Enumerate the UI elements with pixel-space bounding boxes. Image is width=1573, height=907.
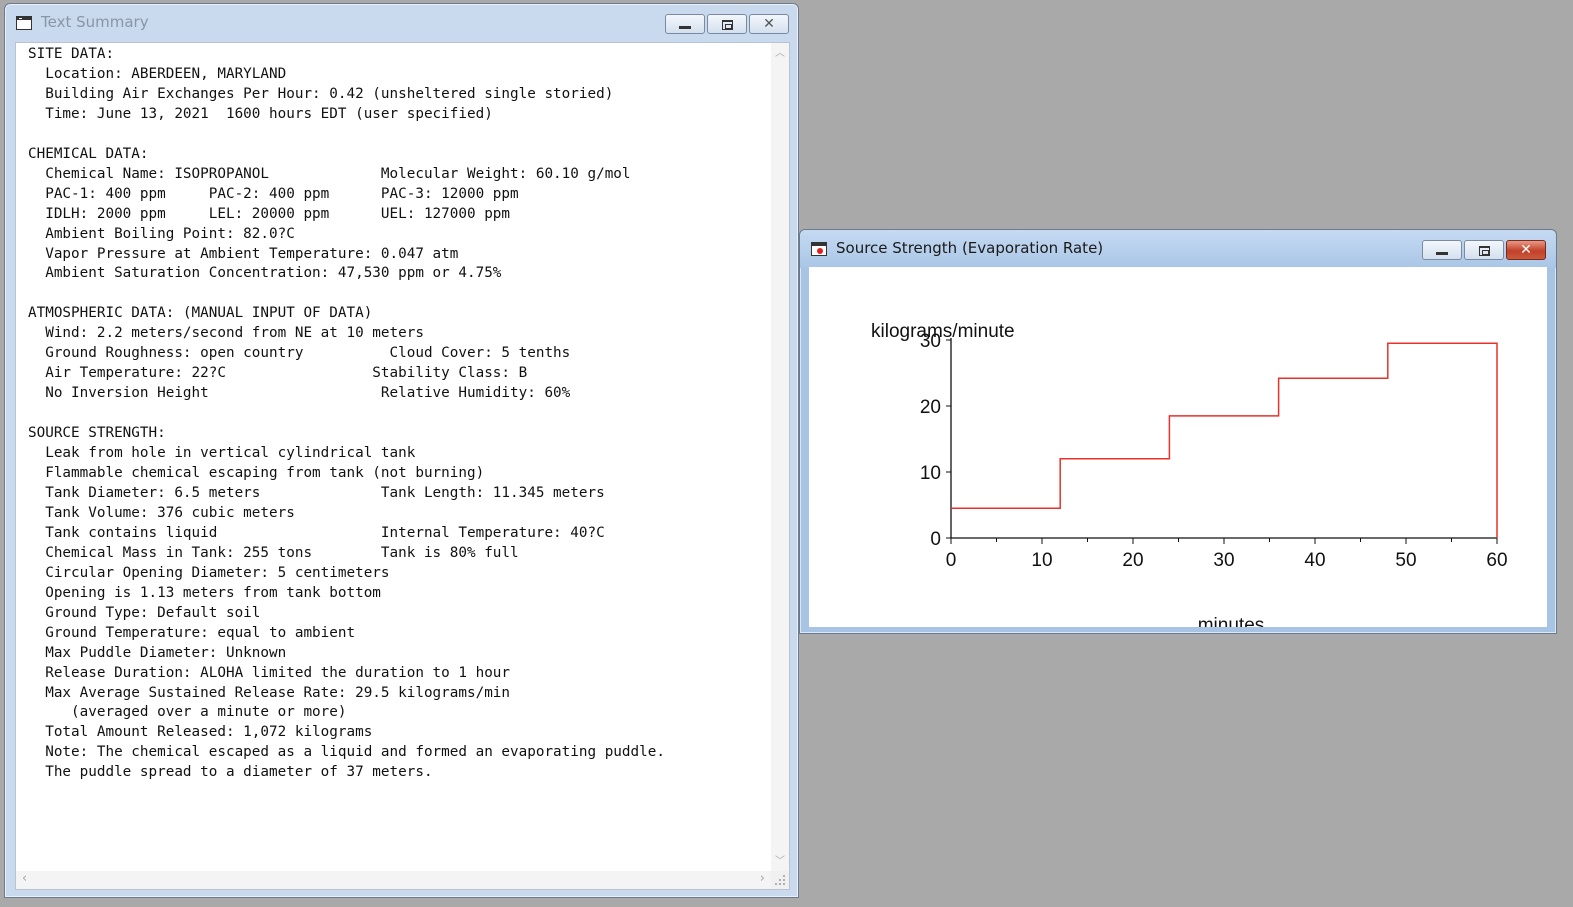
summary-line: Wind: 2.2 meters/second from NE at 10 me…	[28, 325, 424, 342]
summary-text-area[interactable]: SITE DATA: Location: ABERDEEN, MARYLAND …	[28, 45, 765, 867]
x-tick-label: 20	[1122, 550, 1143, 571]
scroll-left-icon[interactable]: ‹	[22, 872, 27, 885]
summary-line: Location: ABERDEEN, MARYLAND	[28, 65, 287, 82]
text-summary-window: Text Summary ✕ SITE DATA: Location: ABER…	[4, 3, 799, 898]
evaporation-rate-line	[951, 342, 1498, 538]
summary-line: (averaged over a minute or more)	[28, 704, 347, 721]
summary-line: Ground Roughness: open country Cloud Cov…	[28, 345, 571, 362]
summary-line: Time: June 13, 2021 1600 hours EDT (user…	[28, 105, 493, 122]
y-tick-label: 10	[920, 463, 941, 484]
summary-line: No Inversion Height Relative Humidity: 6…	[28, 385, 571, 402]
x-tick-label: 40	[1304, 550, 1325, 571]
source-strength-window: Source Strength (Evaporation Rate) ✕ kil…	[799, 229, 1557, 634]
summary-line: Building Air Exchanges Per Hour: 0.42 (u…	[28, 85, 614, 102]
window-title: Text Summary	[41, 13, 149, 31]
summary-line: Flammable chemical escaping from tank (n…	[28, 465, 485, 482]
size-grip[interactable]	[771, 871, 789, 889]
window-title: Source Strength (Evaporation Rate)	[836, 239, 1104, 257]
maximize-button[interactable]	[1464, 240, 1504, 260]
chart-window-icon	[811, 242, 827, 256]
summary-line	[28, 404, 765, 424]
x-tick-label: 50	[1395, 550, 1416, 571]
minimize-button[interactable]	[1422, 240, 1462, 260]
resize-grip-icon	[775, 875, 785, 885]
summary-line: Ambient Saturation Concentration: 47,530…	[28, 265, 502, 282]
x-tick-label: 60	[1486, 550, 1507, 571]
summary-line: Circular Opening Diameter: 5 centimeters	[28, 564, 390, 581]
summary-line: Max Average Sustained Release Rate: 29.5…	[28, 684, 511, 701]
summary-line: SOURCE STRENGTH:	[28, 425, 166, 442]
y-tick-label: 0	[930, 529, 941, 550]
summary-line: Ambient Boiling Point: 82.0?C	[28, 225, 295, 242]
minimize-icon	[1436, 252, 1448, 255]
summary-line: Ground Temperature: equal to ambient	[28, 624, 356, 641]
vertical-scrollbar[interactable]: ︿ ﹀	[771, 43, 789, 871]
minimize-button[interactable]	[665, 14, 705, 34]
x-tick-label: 30	[1213, 550, 1234, 571]
summary-line: IDLH: 2000 ppm LEL: 20000 ppm UEL: 12700…	[28, 205, 511, 222]
summary-line: Max Puddle Diameter: Unknown	[28, 644, 287, 661]
scroll-right-icon[interactable]: ›	[760, 872, 765, 885]
restore-icon	[722, 20, 733, 30]
x-axis-label: minutes	[1198, 615, 1265, 627]
summary-line: Tank Volume: 376 cubic meters	[28, 504, 295, 521]
x-tick-label: 10	[1031, 550, 1052, 571]
summary-line	[28, 125, 765, 145]
summary-line: Air Temperature: 22?C Stability Class: B	[28, 365, 528, 382]
summary-line: Total Amount Released: 1,072 kilograms	[28, 724, 373, 741]
x-tick-label: 0	[946, 550, 957, 571]
source-strength-titlebar[interactable]: Source Strength (Evaporation Rate) ✕	[800, 230, 1556, 268]
maximize-button[interactable]	[707, 14, 747, 34]
summary-line: Chemical Name: ISOPROPANOL Molecular Wei…	[28, 165, 631, 182]
text-summary-titlebar[interactable]: Text Summary ✕	[5, 4, 798, 42]
restore-icon	[1479, 246, 1490, 256]
summary-line: Chemical Mass in Tank: 255 tons Tank is …	[28, 544, 519, 561]
close-icon: ✕	[763, 16, 775, 32]
close-icon: ✕	[1520, 242, 1532, 258]
scroll-up-icon[interactable]: ︿	[775, 49, 785, 59]
y-tick-label: 20	[920, 397, 941, 418]
summary-line: Vapor Pressure at Ambient Temperature: 0…	[28, 245, 459, 262]
minimize-icon	[679, 26, 691, 29]
summary-line: Leak from hole in vertical cylindrical t…	[28, 445, 416, 462]
summary-line: ATMOSPHERIC DATA: (MANUAL INPUT OF DATA)	[28, 305, 373, 322]
y-tick-label: 30	[920, 331, 941, 352]
summary-line: Tank contains liquid Internal Temperatur…	[28, 524, 605, 541]
source-strength-chart: kilograms/minute minutes 0 10 20 30 0 10 20 30 4…	[871, 321, 1508, 627]
text-document-icon	[16, 16, 32, 30]
summary-line	[28, 284, 765, 304]
horizontal-scrollbar[interactable]: ‹ ›	[16, 871, 771, 889]
summary-line: CHEMICAL DATA:	[28, 145, 149, 162]
summary-line: Release Duration: ALOHA limited the dura…	[28, 664, 511, 681]
y-axis-label: kilograms/minute	[871, 321, 1015, 342]
summary-line: SITE DATA:	[28, 46, 115, 62]
text-summary-content: SITE DATA: Location: ABERDEEN, MARYLAND …	[15, 42, 790, 890]
summary-line: Opening is 1.13 meters from tank bottom	[28, 584, 381, 601]
close-button[interactable]: ✕	[1506, 240, 1546, 260]
close-button[interactable]: ✕	[749, 14, 789, 34]
scroll-down-icon[interactable]: ﹀	[775, 857, 785, 867]
summary-line: The puddle spread to a diameter of 37 me…	[28, 764, 433, 781]
summary-line: Tank Diameter: 6.5 meters Tank Length: 1…	[28, 484, 605, 501]
chart-area: kilograms/minute minutes 0 10 20 30 0 10 20 30 4…	[809, 267, 1547, 627]
summary-line: Note: The chemical escaped as a liquid a…	[28, 744, 665, 761]
summary-line: PAC-1: 400 ppm PAC-2: 400 ppm PAC-3: 120…	[28, 185, 519, 202]
summary-line: Ground Type: Default soil	[28, 604, 261, 621]
